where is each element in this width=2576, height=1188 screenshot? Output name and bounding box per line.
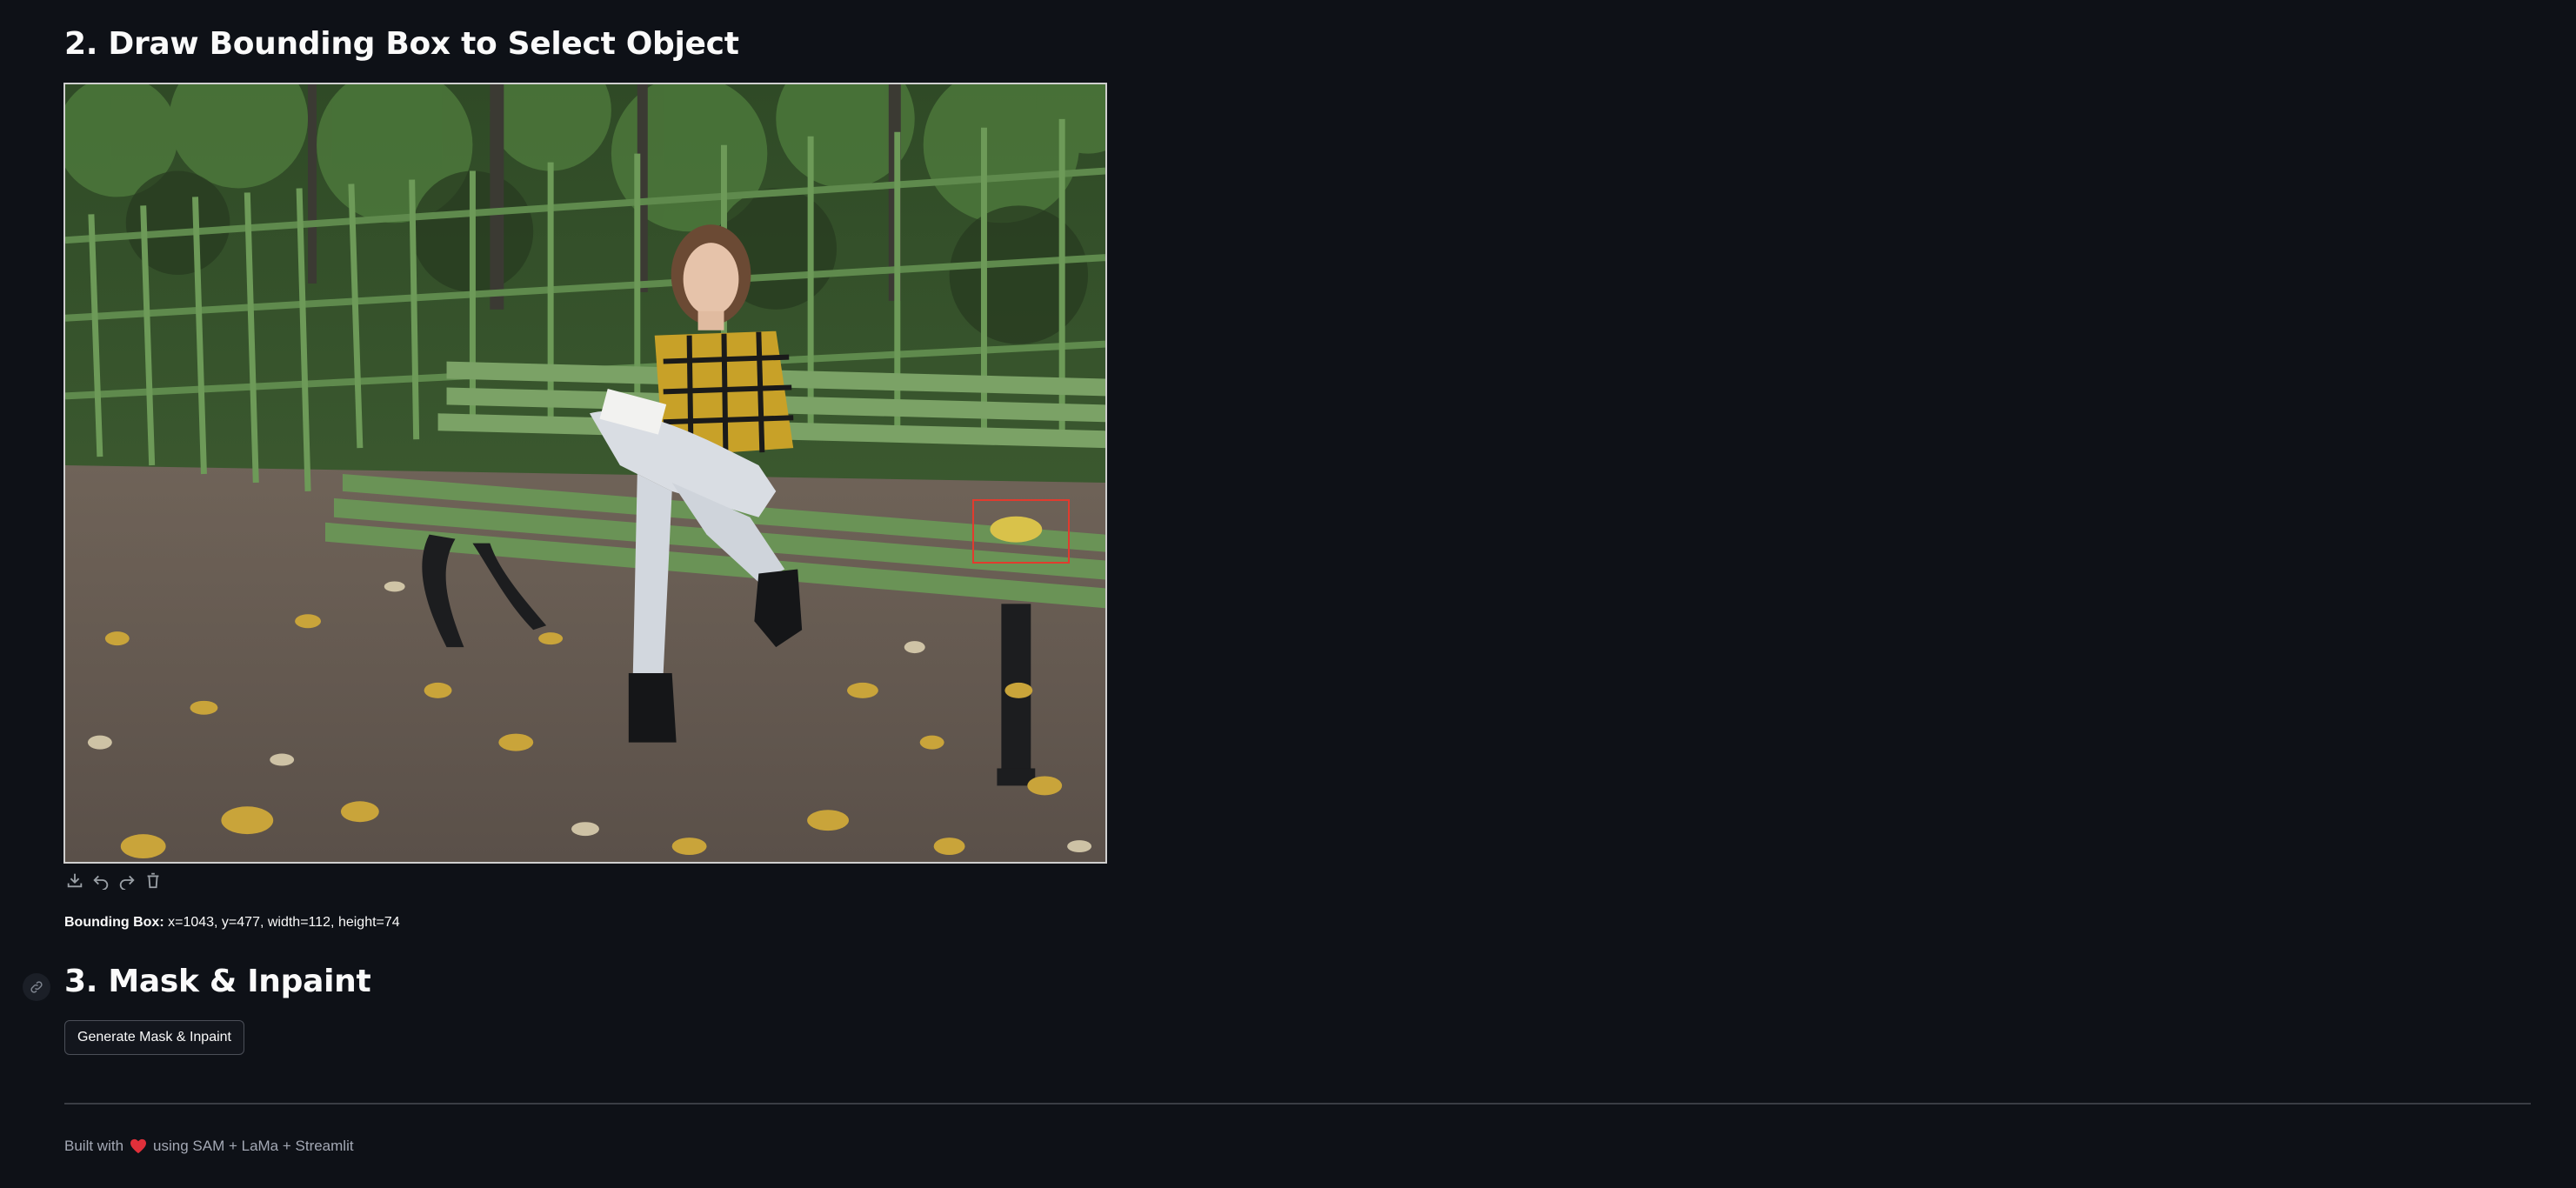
section-mask-inpaint-title: 3. Mask & Inpaint (64, 964, 371, 999)
link-icon[interactable] (23, 973, 50, 1001)
drawable-canvas[interactable] (63, 83, 1107, 864)
bounding-box-readout: Bounding Box: x=1043, y=477, width=112, … (64, 915, 400, 931)
uploaded-photo (65, 84, 1105, 862)
bounding-box-label: Bounding Box: (64, 915, 164, 930)
app-page: 2. Draw Bounding Box to Select Object Bo… (0, 0, 2576, 1188)
section-draw-bbox-title: 2. Draw Bounding Box to Select Object (64, 26, 739, 62)
canvas-toolbar (64, 868, 164, 892)
bounding-box-rectangle[interactable] (972, 499, 1070, 564)
footer-prefix: Built with (64, 1138, 124, 1154)
generate-mask-inpaint-button[interactable]: Generate Mask & Inpaint (64, 1020, 244, 1055)
redo-icon[interactable] (117, 870, 137, 891)
footer-suffix: using SAM + LaMa + Streamlit (153, 1138, 354, 1154)
divider (64, 1103, 2531, 1105)
undo-icon[interactable] (90, 870, 111, 891)
footer: Built with using SAM + LaMa + Streamlit (64, 1138, 354, 1155)
trash-icon[interactable] (143, 870, 164, 891)
bounding-box-value: x=1043, y=477, width=112, height=74 (168, 915, 400, 930)
heart-icon (130, 1138, 147, 1154)
download-icon[interactable] (64, 870, 85, 891)
